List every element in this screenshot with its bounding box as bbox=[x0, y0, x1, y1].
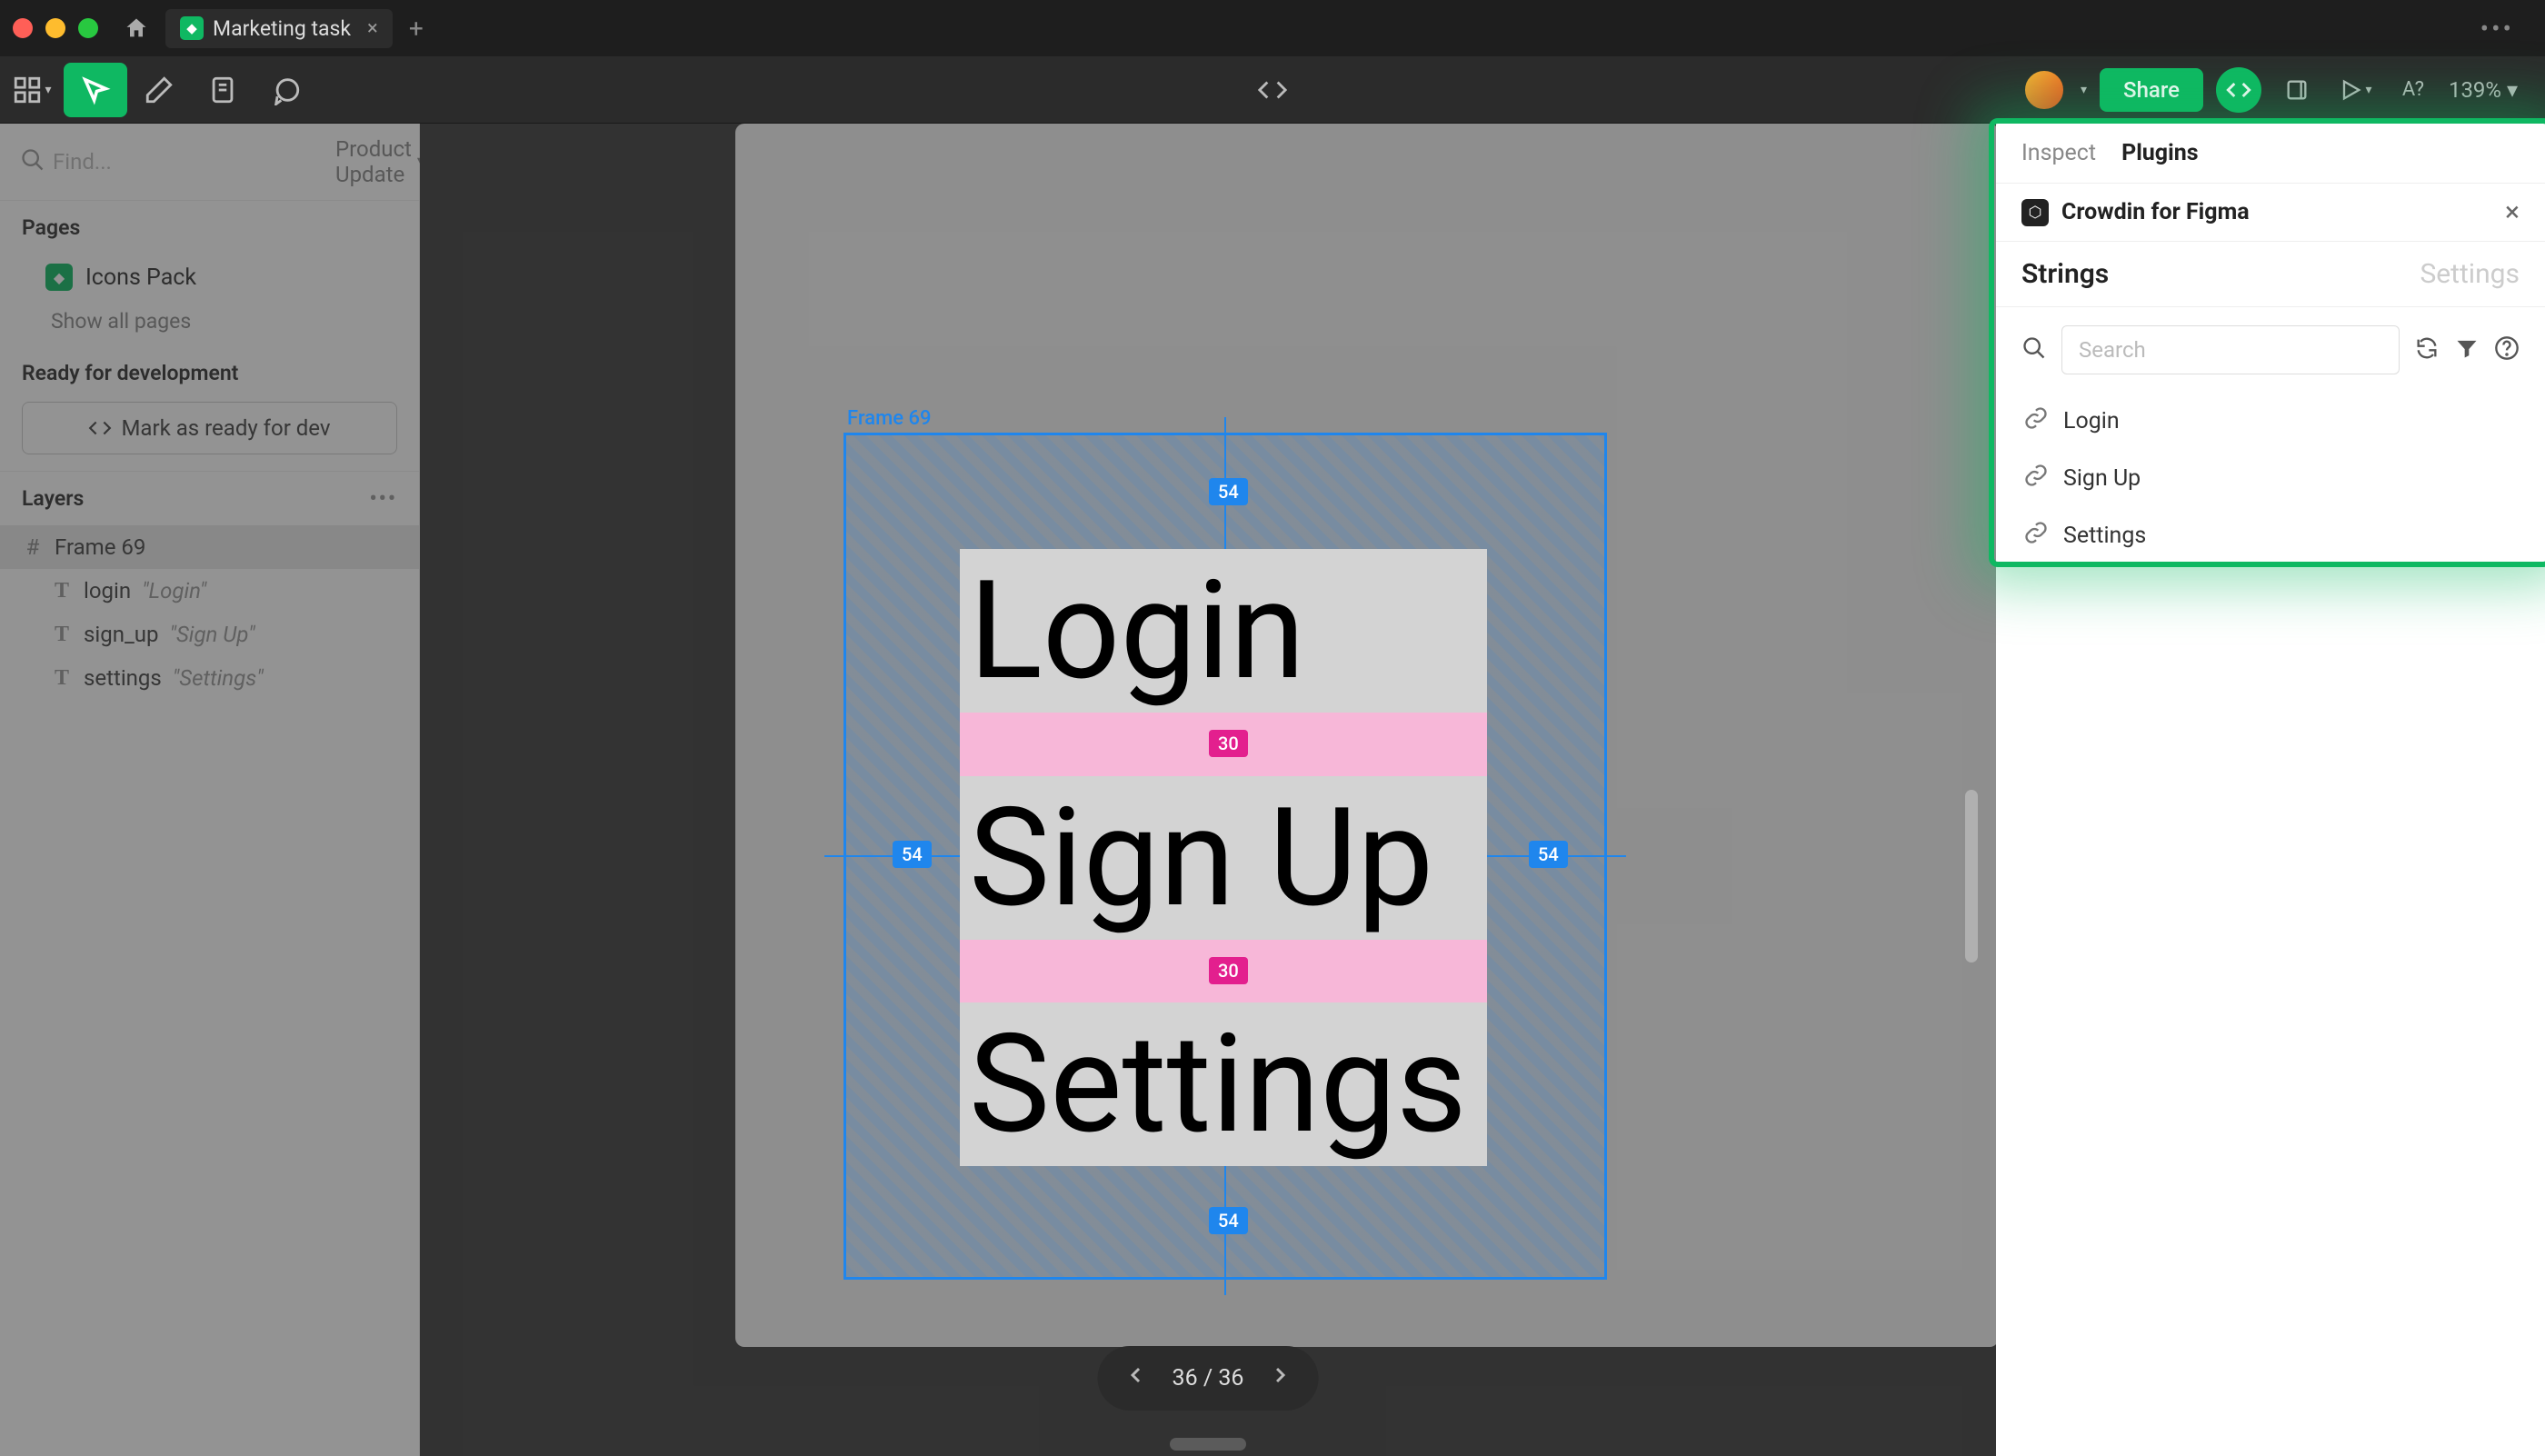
link-icon bbox=[2023, 463, 2049, 494]
play-button[interactable]: ▾ bbox=[2332, 67, 2378, 113]
layer-value: "Settings" bbox=[173, 665, 264, 691]
text-login[interactable]: Login bbox=[960, 549, 1487, 713]
window-menu-icon[interactable]: ••• bbox=[2480, 14, 2532, 44]
dev-toggle-button[interactable] bbox=[2216, 67, 2261, 113]
strings-tab[interactable]: Strings bbox=[2021, 258, 2109, 290]
measure-gap-1: 30 bbox=[1209, 730, 1248, 757]
plugin-title: Crowdin for Figma bbox=[2061, 199, 2492, 225]
next-button[interactable] bbox=[1262, 1357, 1298, 1400]
search-icon bbox=[2021, 335, 2047, 364]
frame-label[interactable]: Frame 69 bbox=[847, 407, 932, 430]
move-tool-button[interactable] bbox=[64, 63, 127, 117]
tab-label: Marketing task bbox=[213, 16, 351, 41]
dev-mode-icon[interactable] bbox=[1241, 63, 1304, 117]
layer-settings[interactable]: T settings "Settings" bbox=[0, 656, 419, 700]
layer-value: "Sign Up" bbox=[170, 622, 255, 647]
scrollbar-vertical[interactable] bbox=[1965, 790, 1978, 962]
text-icon: T bbox=[51, 666, 73, 691]
link-icon bbox=[2023, 520, 2049, 552]
show-all-pages[interactable]: Show all pages bbox=[0, 300, 419, 343]
notes-tool-button[interactable] bbox=[191, 63, 254, 117]
page-icon: ◆ bbox=[45, 264, 73, 291]
close-window[interactable] bbox=[13, 18, 33, 38]
measure-padding-top: 54 bbox=[1209, 478, 1248, 505]
avatar-chevron-icon[interactable]: ▾ bbox=[2081, 83, 2087, 97]
canvas[interactable]: Frame 69 Login Sign Up Settings 54 54 54… bbox=[420, 124, 1996, 1456]
play-chevron-icon: ▾ bbox=[2365, 83, 2371, 97]
link-icon bbox=[2023, 405, 2049, 437]
tab-plugins[interactable]: Plugins bbox=[2121, 140, 2199, 166]
layer-value: "Login" bbox=[142, 578, 206, 603]
page-name: Icons Pack bbox=[85, 264, 196, 291]
close-plugin-button[interactable]: × bbox=[2505, 196, 2520, 228]
comment-tool-button[interactable] bbox=[254, 63, 318, 117]
text-settings[interactable]: Settings bbox=[960, 1002, 1487, 1166]
layer-login[interactable]: T login "Login" bbox=[0, 569, 419, 613]
string-item-settings[interactable]: Settings bbox=[1996, 507, 2545, 564]
scrollbar-horizontal[interactable] bbox=[1170, 1438, 1246, 1451]
chevron-down-icon: ▾ bbox=[45, 83, 51, 97]
zoom-level[interactable]: 139% ▾ bbox=[2449, 77, 2518, 103]
mark-ready-label: Mark as ready for dev bbox=[121, 415, 330, 441]
string-item-login[interactable]: Login bbox=[1996, 393, 2545, 450]
search-icon bbox=[20, 147, 45, 176]
home-button[interactable] bbox=[116, 8, 156, 48]
measure-padding-left: 54 bbox=[893, 841, 932, 868]
layer-name: settings bbox=[84, 665, 162, 691]
filter-button[interactable] bbox=[2454, 335, 2480, 364]
page-navigator: 36 / 36 bbox=[1098, 1346, 1319, 1411]
ready-for-dev-header: Ready for development bbox=[0, 343, 419, 394]
minimize-window[interactable] bbox=[45, 18, 65, 38]
layers-header: Layers ••• bbox=[0, 471, 419, 525]
prev-button[interactable] bbox=[1118, 1357, 1154, 1400]
right-panel: Inspect Plugins ⬡ Crowdin for Figma × St… bbox=[1996, 124, 2545, 1456]
annotate-tool-button[interactable] bbox=[127, 63, 191, 117]
text-icon: T bbox=[51, 579, 73, 603]
string-label: Login bbox=[2063, 408, 2120, 434]
tab-marketing-task[interactable]: ◆ Marketing task × bbox=[165, 9, 393, 48]
measure-padding-bottom: 54 bbox=[1209, 1207, 1248, 1234]
page-counter: 36 / 36 bbox=[1173, 1365, 1244, 1391]
plugin-search-input[interactable] bbox=[2061, 325, 2400, 374]
refresh-button[interactable] bbox=[2414, 335, 2440, 364]
settings-tab[interactable]: Settings bbox=[2420, 258, 2520, 290]
page-item-icons-pack[interactable]: ◆ Icons Pack bbox=[0, 254, 419, 300]
mark-ready-button[interactable]: Mark as ready for dev bbox=[22, 402, 397, 454]
share-button[interactable]: Share bbox=[2100, 68, 2203, 112]
help-button[interactable] bbox=[2494, 335, 2520, 364]
avatar[interactable] bbox=[2022, 68, 2066, 112]
left-sidebar: Product Update ▾ Pages ◆ Icons Pack Show… bbox=[0, 124, 420, 1456]
toolbar: ▾ ▾ Share ▾ bbox=[0, 56, 2545, 124]
zoom-chevron-icon: ▾ bbox=[2507, 77, 2518, 103]
pages-header: Pages bbox=[0, 201, 419, 254]
layer-sign-up[interactable]: T sign_up "Sign Up" bbox=[0, 613, 419, 656]
layer-frame-69[interactable]: # Frame 69 bbox=[0, 525, 419, 569]
string-label: Settings bbox=[2063, 523, 2146, 549]
tab-add-button[interactable]: + bbox=[398, 10, 434, 46]
frame-icon: # bbox=[22, 534, 44, 560]
layer-name: login bbox=[84, 578, 131, 603]
component-button[interactable] bbox=[2274, 67, 2320, 113]
measure-gap-2: 30 bbox=[1209, 957, 1248, 984]
layer-name: sign_up bbox=[84, 622, 159, 647]
text-sign-up[interactable]: Sign Up bbox=[960, 776, 1487, 940]
search-input[interactable] bbox=[53, 149, 335, 175]
tab-close-icon[interactable]: × bbox=[367, 17, 378, 40]
crowdin-logo-icon: ⬡ bbox=[2021, 199, 2049, 226]
traffic-lights bbox=[13, 18, 98, 38]
text-info-button[interactable]: A? bbox=[2390, 67, 2436, 113]
tab-icon: ◆ bbox=[180, 16, 204, 40]
main-menu-button[interactable]: ▾ bbox=[0, 63, 64, 117]
text-icon: T bbox=[51, 623, 73, 647]
layers-menu-icon[interactable]: ••• bbox=[370, 486, 397, 511]
maximize-window[interactable] bbox=[78, 18, 98, 38]
layer-name: Frame 69 bbox=[55, 534, 145, 560]
string-item-sign-up[interactable]: Sign Up bbox=[1996, 450, 2545, 507]
measure-padding-right: 54 bbox=[1529, 841, 1568, 868]
tab-inspect[interactable]: Inspect bbox=[2021, 140, 2096, 166]
string-label: Sign Up bbox=[2063, 465, 2141, 492]
page-selector[interactable]: Product Update ▾ bbox=[335, 136, 428, 187]
titlebar: ◆ Marketing task × + ••• bbox=[0, 0, 2545, 56]
